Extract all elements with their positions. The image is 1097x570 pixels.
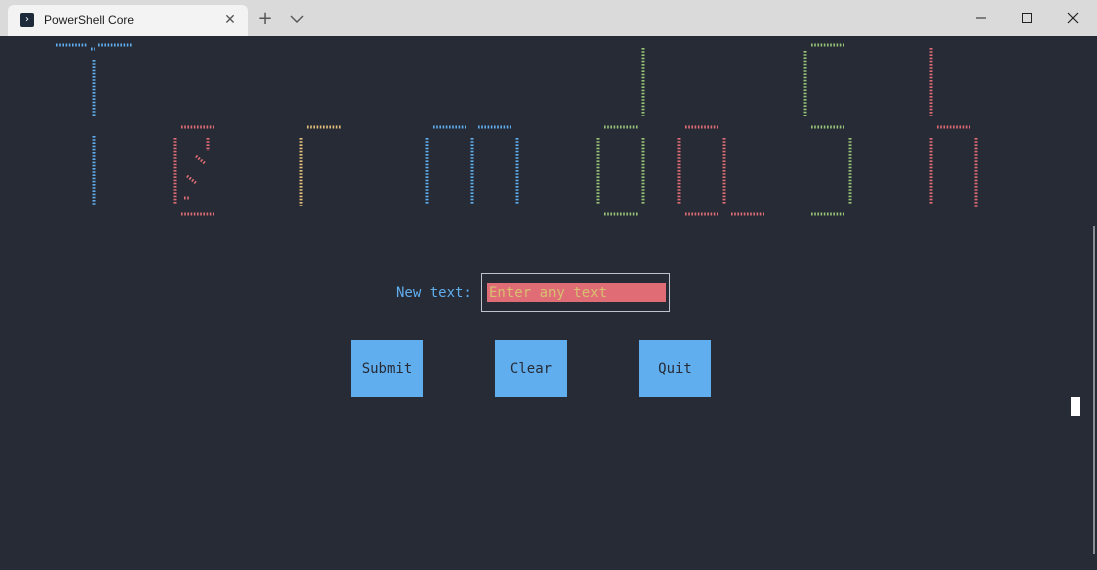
new-text-input[interactable]	[487, 283, 666, 302]
clear-button[interactable]: Clear	[495, 340, 567, 397]
new-text-label: New text:	[396, 285, 472, 301]
tab-powershell[interactable]: › PowerShell Core ✕	[8, 5, 248, 36]
quit-button[interactable]: Quit	[639, 340, 711, 397]
terminal-cursor	[1071, 397, 1080, 416]
banner-letter-a-1	[677, 125, 726, 216]
scrollbar[interactable]	[1093, 226, 1095, 554]
chevron-down-icon[interactable]	[286, 9, 308, 29]
banner-letter-n-1	[425, 125, 474, 204]
banner-letter-d	[596, 48, 645, 216]
ascii-art-banner	[56, 43, 978, 216]
new-tab-icon[interactable]: +	[254, 9, 276, 29]
banner-letter-e	[173, 125, 214, 216]
minimize-icon[interactable]	[958, 0, 1004, 36]
banner-letter-n-2	[478, 125, 519, 204]
window-close-icon[interactable]	[1050, 0, 1096, 36]
text-input-frame	[481, 273, 670, 312]
title-bar: › PowerShell Core ✕ +	[0, 0, 1097, 36]
powershell-icon: ›	[20, 13, 34, 27]
banner-letter-s	[803, 43, 852, 216]
submit-button[interactable]: Submit	[351, 340, 423, 397]
tab-close-icon[interactable]: ✕	[222, 11, 238, 27]
tab-title: PowerShell Core	[44, 13, 135, 27]
maximize-icon[interactable]	[1004, 0, 1050, 36]
terminal-area: New text: Submit Clear Quit	[0, 36, 1097, 570]
banner-letter-h	[929, 48, 978, 208]
banner-letter-t	[56, 43, 132, 206]
banner-letter-r	[299, 125, 341, 206]
